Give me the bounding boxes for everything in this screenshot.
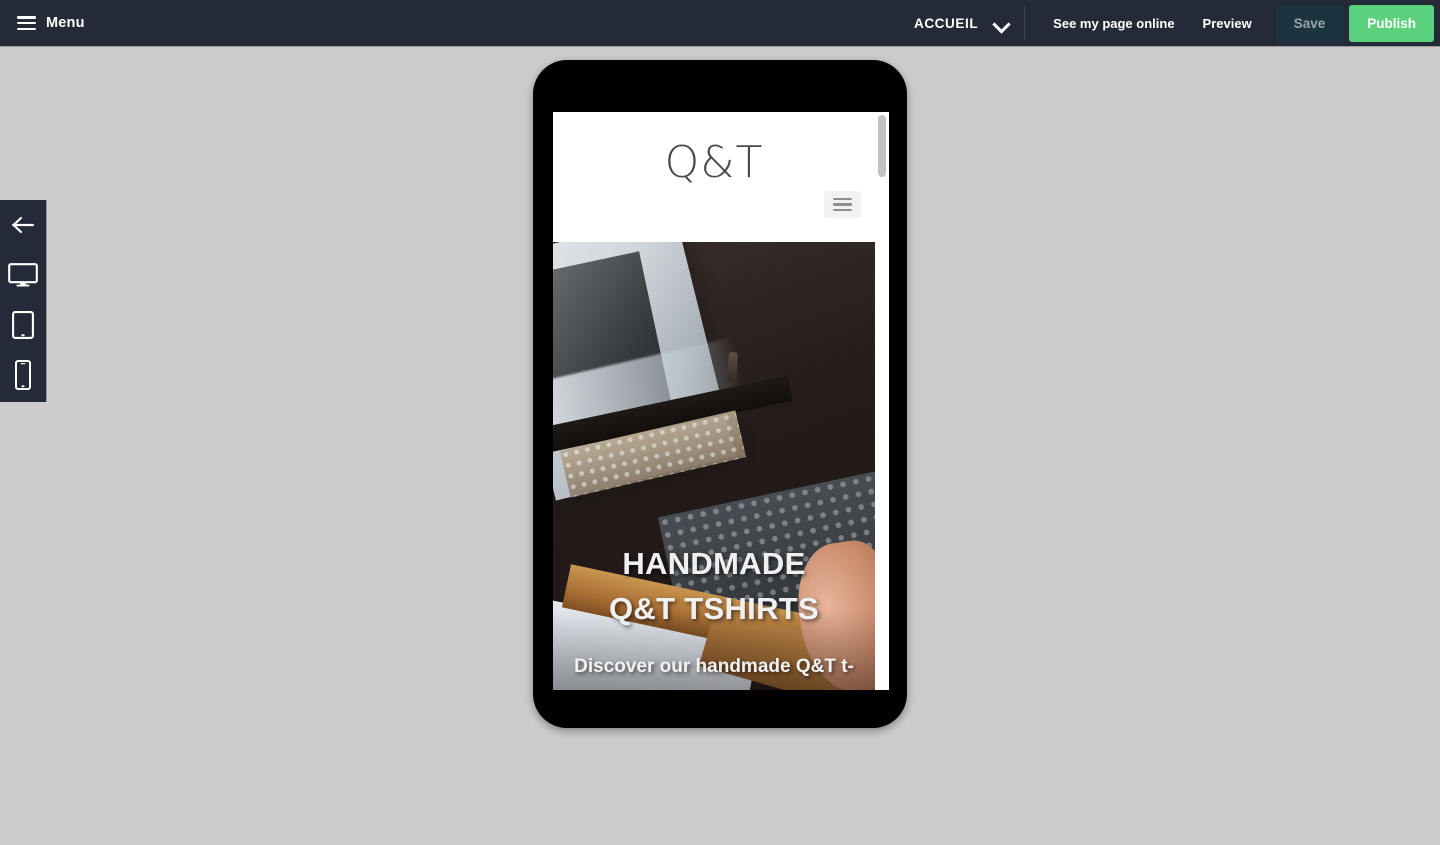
back-arrow-icon bbox=[10, 215, 36, 235]
save-button[interactable]: Save bbox=[1275, 4, 1344, 42]
sidebar-item-mobile[interactable] bbox=[0, 350, 47, 400]
chevron-down-icon bbox=[994, 18, 1010, 28]
hero-title: HANDMADE Q&T TSHIRTS bbox=[567, 542, 861, 632]
mobile-icon bbox=[15, 360, 31, 390]
menu-button[interactable]: Menu bbox=[17, 0, 85, 46]
preview-link[interactable]: Preview bbox=[1189, 0, 1266, 47]
hamburger-icon bbox=[833, 208, 852, 212]
hamburger-icon bbox=[17, 16, 36, 30]
device-screen: Q&T HANDMADE Q&T TSHIRTS Discover our ha… bbox=[553, 112, 889, 690]
toolbar-actions: ACCUEIL See my page online Preview Save … bbox=[914, 0, 1440, 46]
site-nav-toggle-button[interactable] bbox=[824, 191, 861, 218]
menu-button-label: Menu bbox=[46, 15, 85, 31]
top-toolbar: Menu ACCUEIL See my page online Preview … bbox=[0, 0, 1440, 47]
publish-button[interactable]: Publish bbox=[1349, 4, 1434, 42]
hero-subtitle: Discover our handmade Q&T t- bbox=[574, 655, 854, 677]
toolbar-divider bbox=[1024, 6, 1026, 40]
desktop-icon bbox=[8, 263, 38, 287]
hero-section: HANDMADE Q&T TSHIRTS Discover our handma… bbox=[553, 242, 875, 690]
hero-content: HANDMADE Q&T TSHIRTS Discover our handma… bbox=[553, 542, 875, 680]
sidebar-item-tablet[interactable] bbox=[0, 300, 47, 350]
tablet-icon bbox=[12, 311, 34, 339]
site-logo[interactable]: Q&T bbox=[553, 112, 875, 188]
hamburger-icon bbox=[833, 203, 852, 206]
sidebar-item-back[interactable] bbox=[0, 200, 47, 250]
site-header: Q&T bbox=[553, 112, 875, 242]
page-selector-label: ACCUEIL bbox=[913, 15, 979, 31]
page-scrollbar-thumb[interactable] bbox=[878, 115, 886, 177]
site-preview-viewport[interactable]: Q&T HANDMADE Q&T TSHIRTS Discover our ha… bbox=[553, 112, 875, 690]
sidebar-item-desktop[interactable] bbox=[0, 250, 47, 300]
hamburger-icon bbox=[833, 197, 852, 201]
device-preview-sidebar bbox=[0, 200, 47, 402]
mobile-device-frame: Q&T HANDMADE Q&T TSHIRTS Discover our ha… bbox=[533, 60, 907, 728]
page-selector[interactable]: ACCUEIL bbox=[914, 0, 1024, 46]
see-my-page-online-link[interactable]: See my page online bbox=[1039, 0, 1188, 47]
hero-title-line-1: HANDMADE bbox=[622, 546, 806, 581]
page-scrollbar[interactable] bbox=[875, 112, 889, 690]
hero-title-line-2: Q&T TSHIRTS bbox=[609, 590, 819, 626]
